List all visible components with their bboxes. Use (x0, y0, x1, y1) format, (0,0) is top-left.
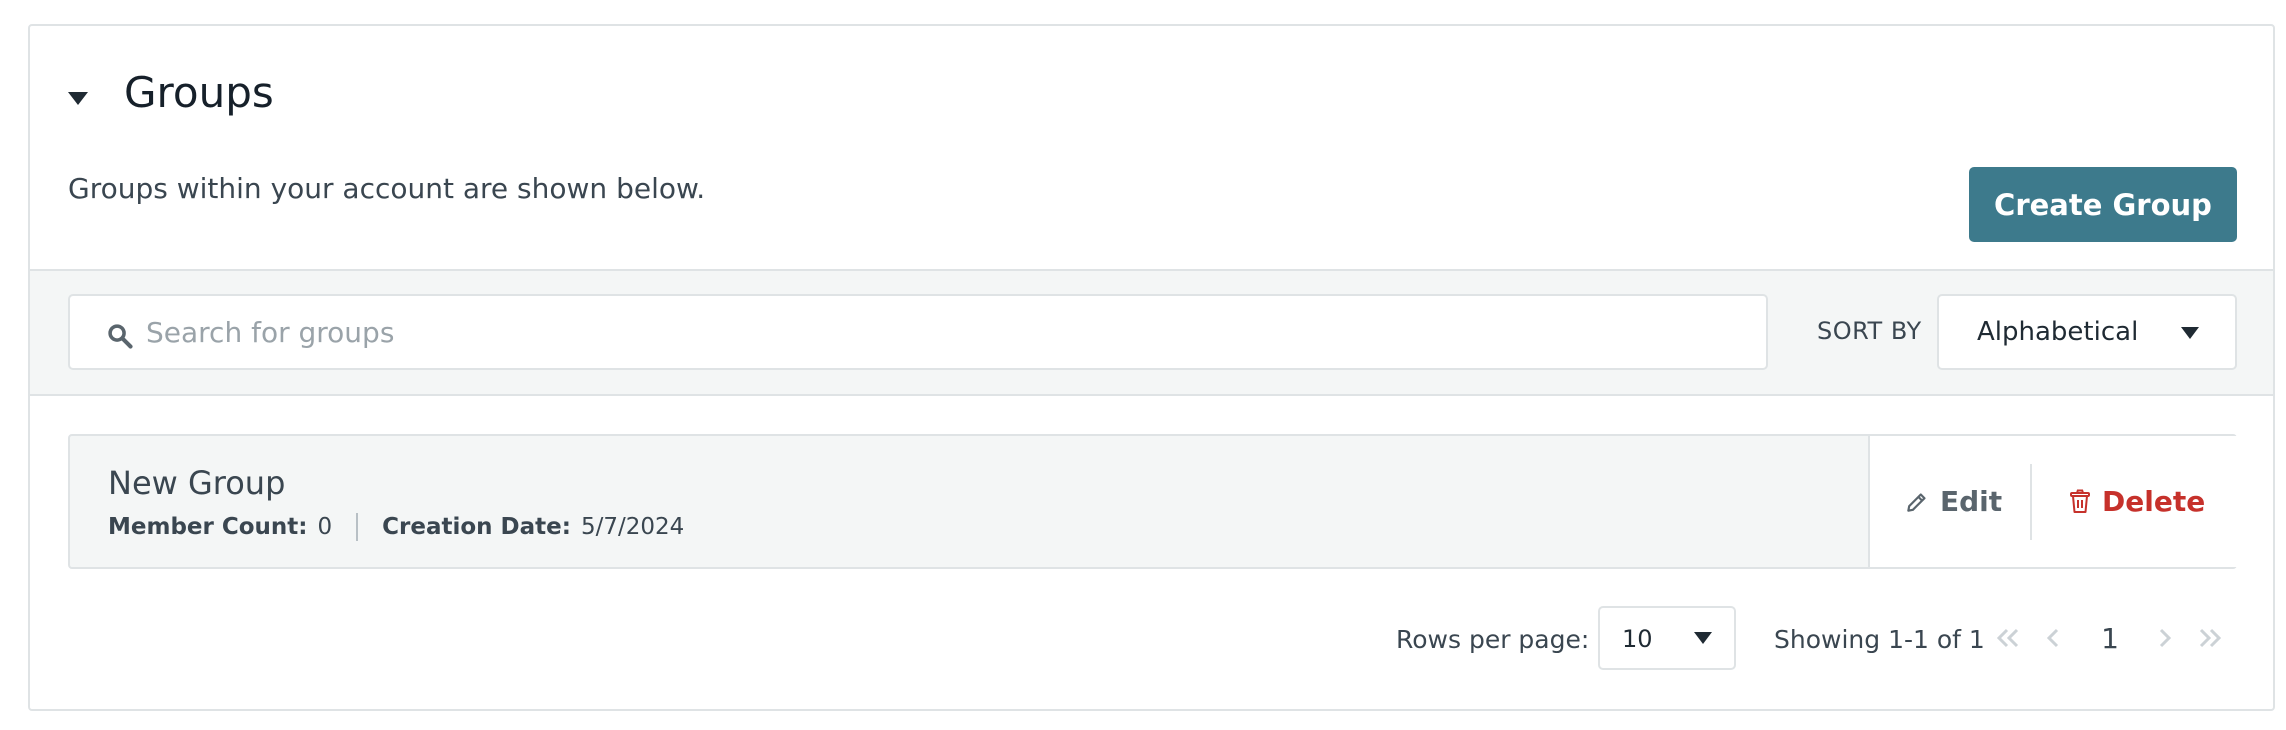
chevron-right-icon (2159, 628, 2172, 648)
next-page-button[interactable] (2153, 618, 2177, 658)
group-row: New Group Member Count: 0 Creation Date:… (68, 434, 2237, 569)
rows-per-page-label: Rows per page: (1396, 625, 1590, 654)
group-row-actions: Edit Delete (1868, 436, 2237, 567)
collapse-caret-icon[interactable] (68, 92, 88, 105)
group-name: New Group (108, 464, 286, 502)
meta-divider (356, 513, 359, 541)
pencil-icon (1907, 492, 1926, 512)
creation-date-value: 5/7/2024 (580, 514, 685, 540)
rows-per-page-value: 10 (1622, 625, 1653, 653)
search-icon (108, 324, 133, 349)
section-title: Groups (124, 68, 274, 117)
sort-select[interactable]: Alphabetical (1937, 294, 2237, 370)
search-toolbar: SORT BY Alphabetical (30, 269, 2273, 396)
current-page[interactable]: 1 (2098, 618, 2122, 658)
creation-date-label: Creation Date: (382, 514, 571, 540)
pagination: Rows per page: 10 Showing 1-1 of 1 1 (30, 606, 2273, 672)
double-chevron-left-icon (1996, 628, 2019, 648)
first-page-button[interactable] (1993, 618, 2023, 658)
groups-header: Groups Groups within your account are sh… (30, 26, 2273, 269)
sort-selected-value: Alphabetical (1977, 317, 2139, 347)
showing-count: Showing 1-1 of 1 (1774, 625, 1985, 654)
member-count-value: 0 (317, 514, 333, 540)
delete-label: Delete (2102, 485, 2206, 518)
prev-page-button[interactable] (2041, 618, 2065, 658)
trash-icon (2070, 489, 2090, 513)
groups-panel: Groups Groups within your account are sh… (28, 24, 2275, 711)
delete-button[interactable]: Delete (2068, 436, 2205, 567)
actions-divider (2030, 464, 2032, 540)
chevron-down-icon (1694, 632, 1712, 644)
double-chevron-right-icon (2199, 628, 2222, 648)
sort-by-label: SORT BY (1817, 317, 1922, 345)
section-description: Groups within your account are shown bel… (68, 172, 706, 205)
last-page-button[interactable] (2195, 618, 2225, 658)
search-box[interactable] (68, 294, 1768, 370)
edit-label: Edit (1940, 485, 2003, 518)
group-meta: Member Count: 0 Creation Date: 5/7/2024 (108, 512, 684, 542)
group-row-info: New Group Member Count: 0 Creation Date:… (70, 436, 1868, 567)
rows-per-page-select[interactable]: 10 (1598, 606, 1736, 670)
member-count-label: Member Count: (108, 514, 308, 540)
create-group-button[interactable]: Create Group (1969, 167, 2237, 242)
edit-button[interactable]: Edit (1904, 436, 2002, 567)
chevron-left-icon (2046, 628, 2059, 648)
chevron-down-icon (2181, 327, 2199, 339)
search-input[interactable] (146, 296, 1746, 368)
